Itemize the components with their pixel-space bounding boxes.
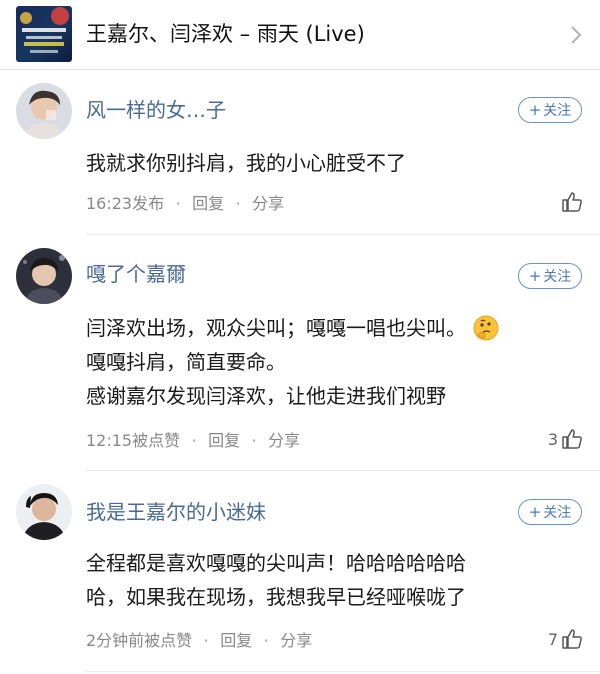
user-avatar-image xyxy=(16,248,72,304)
plus-icon: + xyxy=(528,101,542,119)
plus-icon: + xyxy=(528,503,542,521)
separator-dot: · xyxy=(263,631,269,650)
avatar[interactable] xyxy=(16,248,72,304)
reply-link[interactable]: 回复 xyxy=(220,631,252,650)
username[interactable]: 风一样的女…子 xyxy=(86,96,226,124)
comment-meta: 16:23发布 · 回复 · 分享 xyxy=(86,192,284,216)
username[interactable]: 嘎了个嘉爾 xyxy=(86,260,186,288)
thumbs-up-icon xyxy=(562,429,582,449)
thumbs-up-icon xyxy=(562,192,582,212)
username[interactable]: 我是王嘉尔的小迷妹 xyxy=(86,498,266,526)
separator-dot: · xyxy=(235,194,241,213)
divider xyxy=(86,671,600,672)
comment-item: 我是王嘉尔的小迷妹 + 关注 全程都是喜欢嘎嘎的尖叫声！哈哈哈哈哈哈 哈，如果我在… xyxy=(0,471,600,674)
separator-dot: · xyxy=(203,631,209,650)
share-link[interactable]: 分享 xyxy=(280,631,312,650)
avatar[interactable] xyxy=(16,484,72,540)
like-button[interactable]: 7 xyxy=(548,627,584,653)
comment-text: 我就求你别抖肩，我的小心脏受不了 xyxy=(86,146,566,180)
comment-text: 全程都是喜欢嘎嘎的尖叫声！哈哈哈哈哈哈 哈，如果我在现场，我想我早已经哑喉咙了 xyxy=(86,546,566,614)
chevron-right-icon[interactable] xyxy=(568,23,584,47)
comment-time: 16:23发布 xyxy=(86,194,165,213)
comment-line: 全程都是喜欢嘎嘎的尖叫声！哈哈哈哈哈哈 xyxy=(86,551,466,575)
album-cover xyxy=(16,6,72,62)
like-count: 3 xyxy=(547,430,558,449)
comment-time: 2分钟前被点赞 xyxy=(86,631,193,650)
like-count: 7 xyxy=(547,630,558,649)
song-header[interactable]: 王嘉尔、闫泽欢 – 雨天 (Live) xyxy=(0,0,600,70)
user-avatar-image xyxy=(16,83,72,139)
like-button[interactable]: 3 xyxy=(548,427,584,453)
follow-button[interactable]: + 关注 xyxy=(518,499,582,525)
song-title: 王嘉尔、闫泽欢 – 雨天 (Live) xyxy=(86,22,365,46)
separator-dot: · xyxy=(175,194,181,213)
comment-line: 哈，如果我在现场，我想我早已经哑喉咙了 xyxy=(86,585,466,609)
comment-time: 12:15被点赞 xyxy=(86,431,181,450)
follow-button[interactable]: + 关注 xyxy=(518,263,582,289)
avatar[interactable] xyxy=(16,83,72,139)
comment-line: 闫泽欢出场，观众尖叫；嘎嘎一唱也尖叫。 xyxy=(86,316,466,340)
follow-button[interactable]: + 关注 xyxy=(518,97,582,123)
follow-label: 关注 xyxy=(543,505,572,521)
comment-item: 风一样的女…子 + 关注 我就求你别抖肩，我的小心脏受不了 16:23发布 · 回复 ·… xyxy=(0,80,600,235)
like-button[interactable] xyxy=(558,190,584,216)
comment-page: 王嘉尔、闫泽欢 – 雨天 (Live) 风一样的女…子 + 关注 我就求你别抖肩，… xyxy=(0,0,600,674)
thumbs-up-icon xyxy=(562,629,582,649)
user-avatar-image xyxy=(16,484,72,540)
comment-meta: 12:15被点赞 · 回复 · 分享 xyxy=(86,429,300,453)
comment-text: 闫泽欢出场，观众尖叫；嘎嘎一唱也尖叫。 嘎嘎抖肩，简直要命。 感谢嘉尔发现闫泽欢… xyxy=(86,311,566,413)
reply-link[interactable]: 回复 xyxy=(208,431,240,450)
album-cover-image xyxy=(16,6,72,62)
separator-dot: · xyxy=(191,431,197,450)
plus-icon: + xyxy=(528,267,542,285)
thinking-face-icon xyxy=(473,315,499,340)
comment-line: 感谢嘉尔发现闫泽欢，让他走进我们视野 xyxy=(86,384,446,408)
comment-line-with-emoji: 闫泽欢出场，观众尖叫；嘎嘎一唱也尖叫。 xyxy=(86,311,566,345)
share-link[interactable]: 分享 xyxy=(252,194,284,213)
comment-item: 嘎了个嘉爾 + 关注 闫泽欢出场，观众尖叫；嘎嘎一唱也尖叫。 嘎嘎抖肩，简直要命。… xyxy=(0,235,600,471)
follow-label: 关注 xyxy=(543,269,572,285)
follow-label: 关注 xyxy=(543,103,572,119)
share-link[interactable]: 分享 xyxy=(268,431,300,450)
reply-link[interactable]: 回复 xyxy=(192,194,224,213)
comment-meta: 2分钟前被点赞 · 回复 · 分享 xyxy=(86,629,312,653)
separator-dot: · xyxy=(251,431,257,450)
comment-line: 我就求你别抖肩，我的小心脏受不了 xyxy=(86,151,406,175)
comment-line: 嘎嘎抖肩，简直要命。 xyxy=(86,350,286,374)
